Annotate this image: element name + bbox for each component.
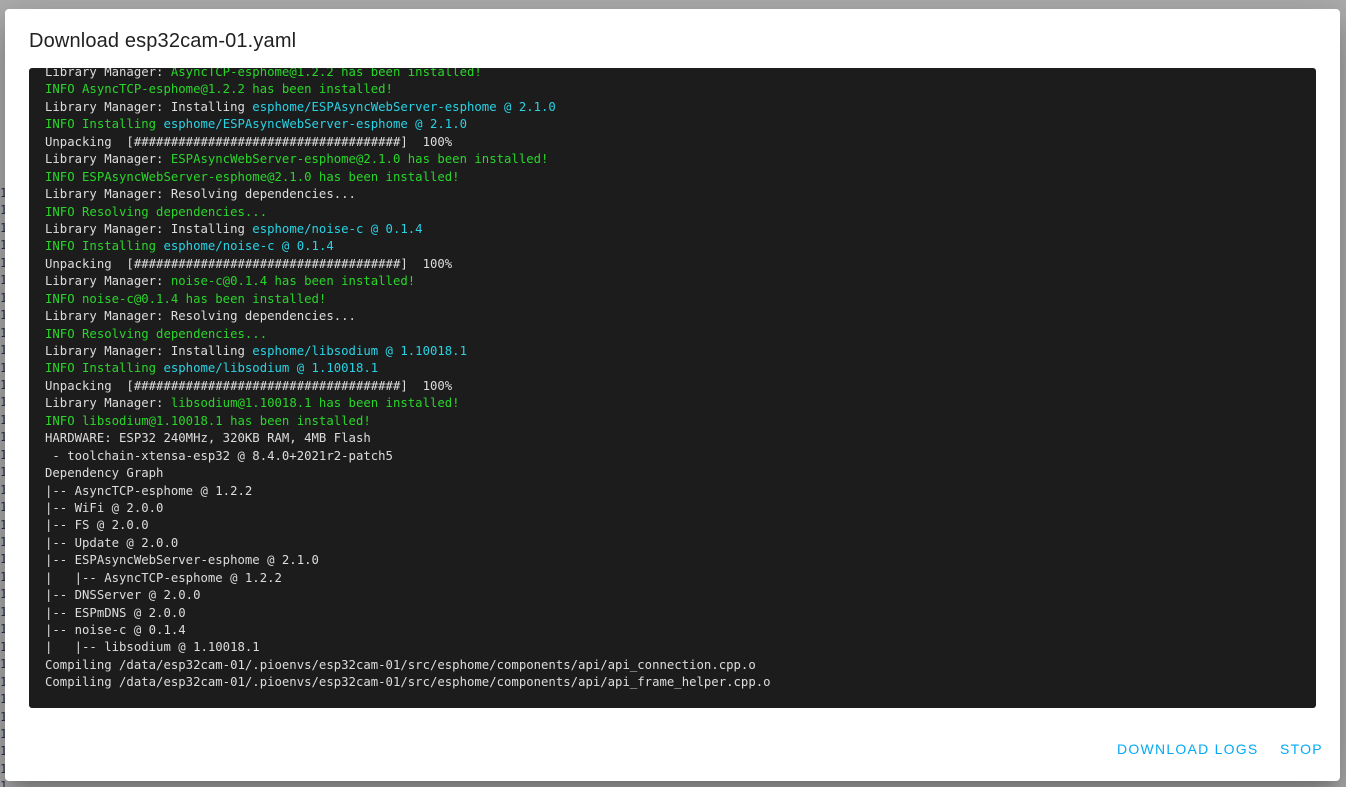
log-segment: INFO Installing — [45, 117, 164, 132]
log-line: INFO Resolving dependencies... — [45, 204, 1308, 221]
log-line: Unpacking [#############################… — [45, 134, 1308, 151]
log-line: |-- ESPAsyncWebServer-esphome @ 2.1.0 — [45, 552, 1308, 569]
log-segment: Library Manager: Installing — [45, 344, 253, 358]
log-line: Library Manager: noise-c@0.1.4 has been … — [45, 273, 1308, 290]
log-line: - toolchain-xtensa-esp32 @ 8.4.0+2021r2-… — [45, 448, 1308, 465]
log-segment: Dependency Graph — [45, 466, 164, 481]
log-line: INFO Installing esphome/ESPAsyncWebServe… — [45, 116, 1308, 133]
log-segment: |-- ESPAsyncWebServer-esphome @ 2.1.0 — [45, 553, 319, 568]
log-line: Library Manager: Installing esphome/libs… — [45, 343, 1308, 360]
log-line: Dependency Graph — [45, 465, 1308, 482]
log-segment: esphome/ESPAsyncWebServer-esphome @ 2.1.… — [252, 99, 556, 114]
log-line: Compiling /data/esp32cam-01/.pioenvs/esp… — [45, 674, 1308, 691]
log-line: INFO Installing esphome/noise-c @ 0.1.4 — [45, 238, 1308, 255]
log-line: INFO AsyncTCP-esphome@1.2.2 has been ins… — [45, 81, 1308, 98]
log-segment: noise-c@0.1.4 has been installed! — [170, 274, 416, 289]
log-segment: Library Manager: — [45, 68, 171, 79]
download-logs-button[interactable]: DOWNLOAD LOGS — [1109, 731, 1267, 767]
log-segment: INFO Installing — [45, 361, 164, 376]
log-segment: Unpacking [#############################… — [45, 134, 453, 149]
log-segment: Library Manager: — [45, 274, 171, 289]
log-segment: ESPAsyncWebServer-esphome@2.1.0 has been… — [170, 152, 549, 167]
log-line: Library Manager: ESPAsyncWebServer-espho… — [45, 151, 1308, 168]
log-segment: esphome/libsodium @ 1.10018.1 — [252, 344, 467, 358]
log-segment: Compiling /data/esp32cam-01/.pioenvs/esp… — [45, 675, 771, 690]
download-dialog: Download esp32cam-01.yaml Library Manage… — [5, 9, 1340, 781]
log-segment: | |-- AsyncTCP-esphome @ 1.2.2 — [45, 570, 282, 585]
log-segment: |-- Update @ 2.0.0 — [45, 535, 179, 550]
log-line: Library Manager: Installing esphome/nois… — [45, 221, 1308, 238]
log-segment: |-- FS @ 2.0.0 — [45, 518, 149, 533]
log-segment: |-- ESPmDNS @ 2.0.0 — [45, 605, 186, 620]
log-line: |-- FS @ 2.0.0 — [45, 517, 1308, 534]
log-line: Library Manager: Resolving dependencies.… — [45, 308, 1308, 325]
compile-log-panel[interactable]: Library Manager: AsyncTCP-esphome@1.2.2 … — [29, 68, 1316, 708]
log-line: |-- WiFi @ 2.0.0 — [45, 500, 1308, 517]
log-segment: INFO noise-c@0.1.4 has been installed! — [45, 291, 327, 306]
log-segment: Unpacking [#############################… — [45, 256, 453, 271]
log-segment: esphome/noise-c @ 0.1.4 — [252, 221, 423, 236]
log-segment: esphome/ESPAsyncWebServer-esphome @ 2.1.… — [163, 117, 468, 132]
log-line: Library Manager: libsodium@1.10018.1 has… — [45, 395, 1308, 412]
log-segment: Unpacking [#############################… — [45, 378, 453, 393]
log-line: |-- noise-c @ 0.1.4 — [45, 622, 1308, 639]
log-line: Unpacking [#############################… — [45, 378, 1308, 395]
log-segment: INFO Installing — [45, 239, 164, 254]
log-segment: INFO Resolving dependencies... — [45, 204, 268, 219]
log-segment: | |-- libsodium @ 1.10018.1 — [45, 640, 260, 655]
log-line: INFO Resolving dependencies... — [45, 326, 1308, 343]
log-line: Unpacking [#############################… — [45, 256, 1308, 273]
log-segment: Library Manager: Resolving dependencies.… — [45, 187, 356, 202]
log-segment: esphome/libsodium @ 1.10018.1 — [163, 361, 379, 376]
log-segment: Library Manager: Installing — [45, 99, 253, 114]
log-line: |-- ESPmDNS @ 2.0.0 — [45, 605, 1308, 622]
log-line: |-- DNSServer @ 2.0.0 — [45, 587, 1308, 604]
log-segment: Library Manager: Installing — [45, 221, 253, 236]
log-segment: INFO AsyncTCP-esphome@1.2.2 has been ins… — [45, 82, 393, 97]
log-line: Compiling /data/esp32cam-01/.pioenvs/esp… — [45, 657, 1308, 674]
log-segment: INFO libsodium@1.10018.1 has been instal… — [45, 413, 371, 428]
dialog-actions: DOWNLOAD LOGS STOP — [5, 729, 1340, 781]
log-segment: HARDWARE: ESP32 240MHz, 320KB RAM, 4MB F… — [45, 431, 371, 446]
log-segment: |-- WiFi @ 2.0.0 — [45, 500, 164, 515]
log-line: INFO ESPAsyncWebServer-esphome@2.1.0 has… — [45, 169, 1308, 186]
log-segment: libsodium@1.10018.1 has been installed! — [170, 396, 460, 411]
log-line: Library Manager: AsyncTCP-esphome@1.2.2 … — [45, 68, 1308, 81]
log-line: |-- Update @ 2.0.0 — [45, 535, 1308, 552]
log-segment: INFO ESPAsyncWebServer-esphome@2.1.0 has… — [45, 169, 460, 184]
log-segment: esphome/noise-c @ 0.1.4 — [163, 239, 334, 254]
log-segment: - toolchain-xtensa-esp32 @ 8.4.0+2021r2-… — [45, 448, 393, 463]
log-segment: |-- noise-c @ 0.1.4 — [45, 623, 186, 637]
log-line: Library Manager: Resolving dependencies.… — [45, 186, 1308, 203]
log-segment: |-- DNSServer @ 2.0.0 — [45, 588, 201, 603]
log-segment: AsyncTCP-esphome@1.2.2 has been installe… — [170, 68, 482, 79]
log-segment: Library Manager: — [45, 152, 171, 167]
log-line: INFO Installing esphome/libsodium @ 1.10… — [45, 360, 1308, 377]
log-segment: Library Manager: Resolving dependencies.… — [45, 309, 356, 324]
log-line: Library Manager: Installing esphome/ESPA… — [45, 99, 1308, 116]
log-segment: Library Manager: — [45, 396, 171, 411]
stop-button[interactable]: STOP — [1272, 731, 1331, 767]
log-segment: |-- AsyncTCP-esphome @ 1.2.2 — [45, 483, 253, 498]
log-line: | |-- libsodium @ 1.10018.1 — [45, 639, 1308, 656]
log-line: | |-- AsyncTCP-esphome @ 1.2.2 — [45, 570, 1308, 587]
log-segment: INFO Resolving dependencies... — [45, 326, 268, 341]
log-line: HARDWARE: ESP32 240MHz, 320KB RAM, 4MB F… — [45, 430, 1308, 447]
log-line: |-- AsyncTCP-esphome @ 1.2.2 — [45, 483, 1308, 500]
dialog-title: Download esp32cam-01.yaml — [29, 30, 297, 52]
log-line: INFO libsodium@1.10018.1 has been instal… — [45, 413, 1308, 430]
log-segment: Compiling /data/esp32cam-01/.pioenvs/esp… — [45, 657, 756, 672]
compile-log-text: Library Manager: AsyncTCP-esphome@1.2.2 … — [45, 68, 1308, 692]
log-line: INFO noise-c@0.1.4 has been installed! — [45, 291, 1308, 308]
